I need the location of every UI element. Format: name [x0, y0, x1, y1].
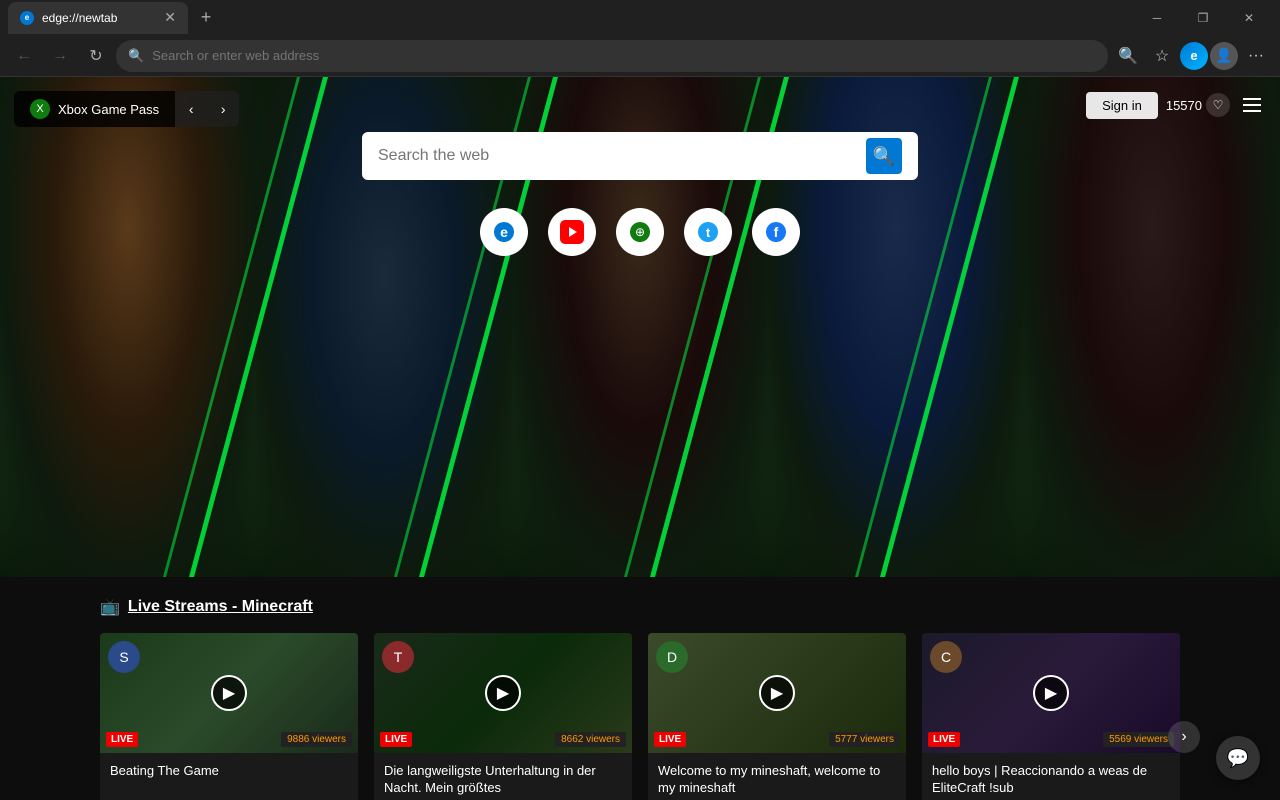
favorites-button[interactable]: ☆	[1146, 40, 1178, 72]
stream-title-2: Die langweiligste Unterhaltung in der Na…	[384, 763, 622, 799]
close-button[interactable]: ✕	[1226, 0, 1272, 35]
quicklink-facebook[interactable]: f	[752, 208, 800, 256]
thumb-avatar-4: C	[930, 641, 962, 673]
stream-info-3: Welcome to my mineshaft, welcome to my m…	[648, 753, 906, 800]
title-bar: e edge://newtab ✕ + ─ ❐ ✕	[0, 0, 1280, 35]
stream-badges-2: LIVE 8662 viewers	[380, 732, 626, 747]
quicklink-edge[interactable]: e	[480, 208, 528, 256]
settings-button[interactable]: ···	[1240, 40, 1272, 72]
quicklink-xbox[interactable]: ⊕	[616, 208, 664, 256]
hero-overlay: 🔍 e ⊕ t f	[0, 77, 1280, 577]
svg-text:e: e	[500, 224, 508, 240]
streams-icon: 📺	[100, 597, 120, 617]
stream-card-3[interactable]: D ▶ LIVE 5777 viewers Welcome to my mine…	[648, 633, 906, 800]
live-badge-3: LIVE	[654, 732, 686, 747]
stream-grid: S ▶ LIVE 9886 viewers Beating The Game S…	[100, 633, 1180, 800]
tab-favicon: e	[20, 11, 34, 25]
address-bar[interactable]: 🔍	[116, 40, 1108, 72]
search-button[interactable]: 🔍	[866, 138, 902, 174]
search-container: 🔍	[362, 132, 918, 180]
live-badge-4: LIVE	[928, 732, 960, 747]
viewers-badge-4: 5569 viewers	[1103, 732, 1174, 747]
quicklink-twitter[interactable]: t	[684, 208, 732, 256]
svg-text:t: t	[706, 225, 711, 240]
stream-badges-1: LIVE 9886 viewers	[106, 732, 352, 747]
live-badge-1: LIVE	[106, 732, 138, 747]
play-button-4[interactable]: ▶	[1033, 675, 1069, 711]
minimize-button[interactable]: ─	[1134, 0, 1180, 35]
lock-icon: 🔍	[128, 48, 144, 64]
stream-card-4[interactable]: C ▶ LIVE 5569 viewers hello boys | Reacc…	[922, 633, 1180, 800]
quick-links: e ⊕ t f	[480, 208, 800, 256]
active-tab[interactable]: e edge://newtab ✕	[8, 2, 188, 34]
chat-button[interactable]: 💬	[1216, 736, 1260, 780]
live-badge-2: LIVE	[380, 732, 412, 747]
play-button-2[interactable]: ▶	[485, 675, 521, 711]
streams-section-header: 📺 Live Streams - Minecraft	[100, 597, 1180, 617]
browser-window: e edge://newtab ✕ + ─ ❐ ✕ ← → ↻ 🔍 🔍 ☆ e …	[0, 0, 1280, 77]
play-button-1[interactable]: ▶	[211, 675, 247, 711]
profile-button[interactable]: 👤	[1210, 42, 1238, 70]
stream-badges-4: LIVE 5569 viewers	[928, 732, 1174, 747]
toolbar: ← → ↻ 🔍 🔍 ☆ e 👤 ···	[0, 35, 1280, 77]
edge-icon: e	[1180, 42, 1208, 70]
window-controls: ─ ❐ ✕	[1134, 0, 1272, 35]
quicklink-youtube[interactable]	[548, 208, 596, 256]
thumb-avatar-2: T	[382, 641, 414, 673]
search-box[interactable]: 🔍	[362, 132, 918, 180]
viewers-badge-1: 9886 viewers	[281, 732, 352, 747]
restore-button[interactable]: ❐	[1180, 0, 1226, 35]
tab-close-button[interactable]: ✕	[164, 9, 176, 26]
viewers-badge-2: 8662 viewers	[555, 732, 626, 747]
thumb-avatar-3: D	[656, 641, 688, 673]
stream-thumb-2: T ▶ LIVE 8662 viewers	[374, 633, 632, 753]
new-tab-button[interactable]: +	[192, 4, 220, 32]
stream-info-2: Die langweiligste Unterhaltung in der Na…	[374, 753, 632, 800]
newtab-page: X Xbox Game Pass ‹ › Sign in 15570 ♡	[0, 77, 1280, 800]
stream-badges-3: LIVE 5777 viewers	[654, 732, 900, 747]
svg-text:⊕: ⊕	[635, 225, 645, 239]
forward-button[interactable]: →	[44, 40, 76, 72]
svg-text:f: f	[774, 224, 779, 240]
streams-next-button[interactable]: ›	[1168, 721, 1200, 753]
address-input[interactable]	[152, 48, 1096, 63]
refresh-button[interactable]: ↻	[80, 40, 112, 72]
stream-title-3: Welcome to my mineshaft, welcome to my m…	[658, 763, 896, 799]
toolbar-actions: 🔍 ☆ e 👤 ···	[1112, 40, 1272, 72]
tab-title: edge://newtab	[42, 11, 117, 25]
stream-card-1[interactable]: S ▶ LIVE 9886 viewers Beating The Game S…	[100, 633, 358, 800]
stream-title-1: Beating The Game	[110, 763, 348, 799]
zoom-button[interactable]: 🔍	[1112, 40, 1144, 72]
viewers-badge-3: 5777 viewers	[829, 732, 900, 747]
hero-section: X Xbox Game Pass ‹ › Sign in 15570 ♡	[0, 77, 1280, 577]
stream-info-4: hello boys | Reaccionando a weas de Elit…	[922, 753, 1180, 800]
search-input[interactable]	[378, 147, 856, 165]
stream-info-1: Beating The Game S Sapnap Twitch	[100, 753, 358, 800]
play-button-3[interactable]: ▶	[759, 675, 795, 711]
stream-thumb-4: C ▶ LIVE 5569 viewers	[922, 633, 1180, 753]
stream-title-4: hello boys | Reaccionando a weas de Elit…	[932, 763, 1170, 799]
back-button[interactable]: ←	[8, 40, 40, 72]
stream-thumb-3: D ▶ LIVE 5777 viewers	[648, 633, 906, 753]
stream-thumb-1: S ▶ LIVE 9886 viewers	[100, 633, 358, 753]
streams-title-link[interactable]: Live Streams - Minecraft	[128, 598, 313, 615]
content-area: 📺 Live Streams - Minecraft S ▶ LIVE 9886…	[0, 577, 1280, 800]
streams-title[interactable]: Live Streams - Minecraft	[128, 598, 313, 616]
stream-card-2[interactable]: T ▶ LIVE 8662 viewers Die langweiligste …	[374, 633, 632, 800]
thumb-avatar-1: S	[108, 641, 140, 673]
